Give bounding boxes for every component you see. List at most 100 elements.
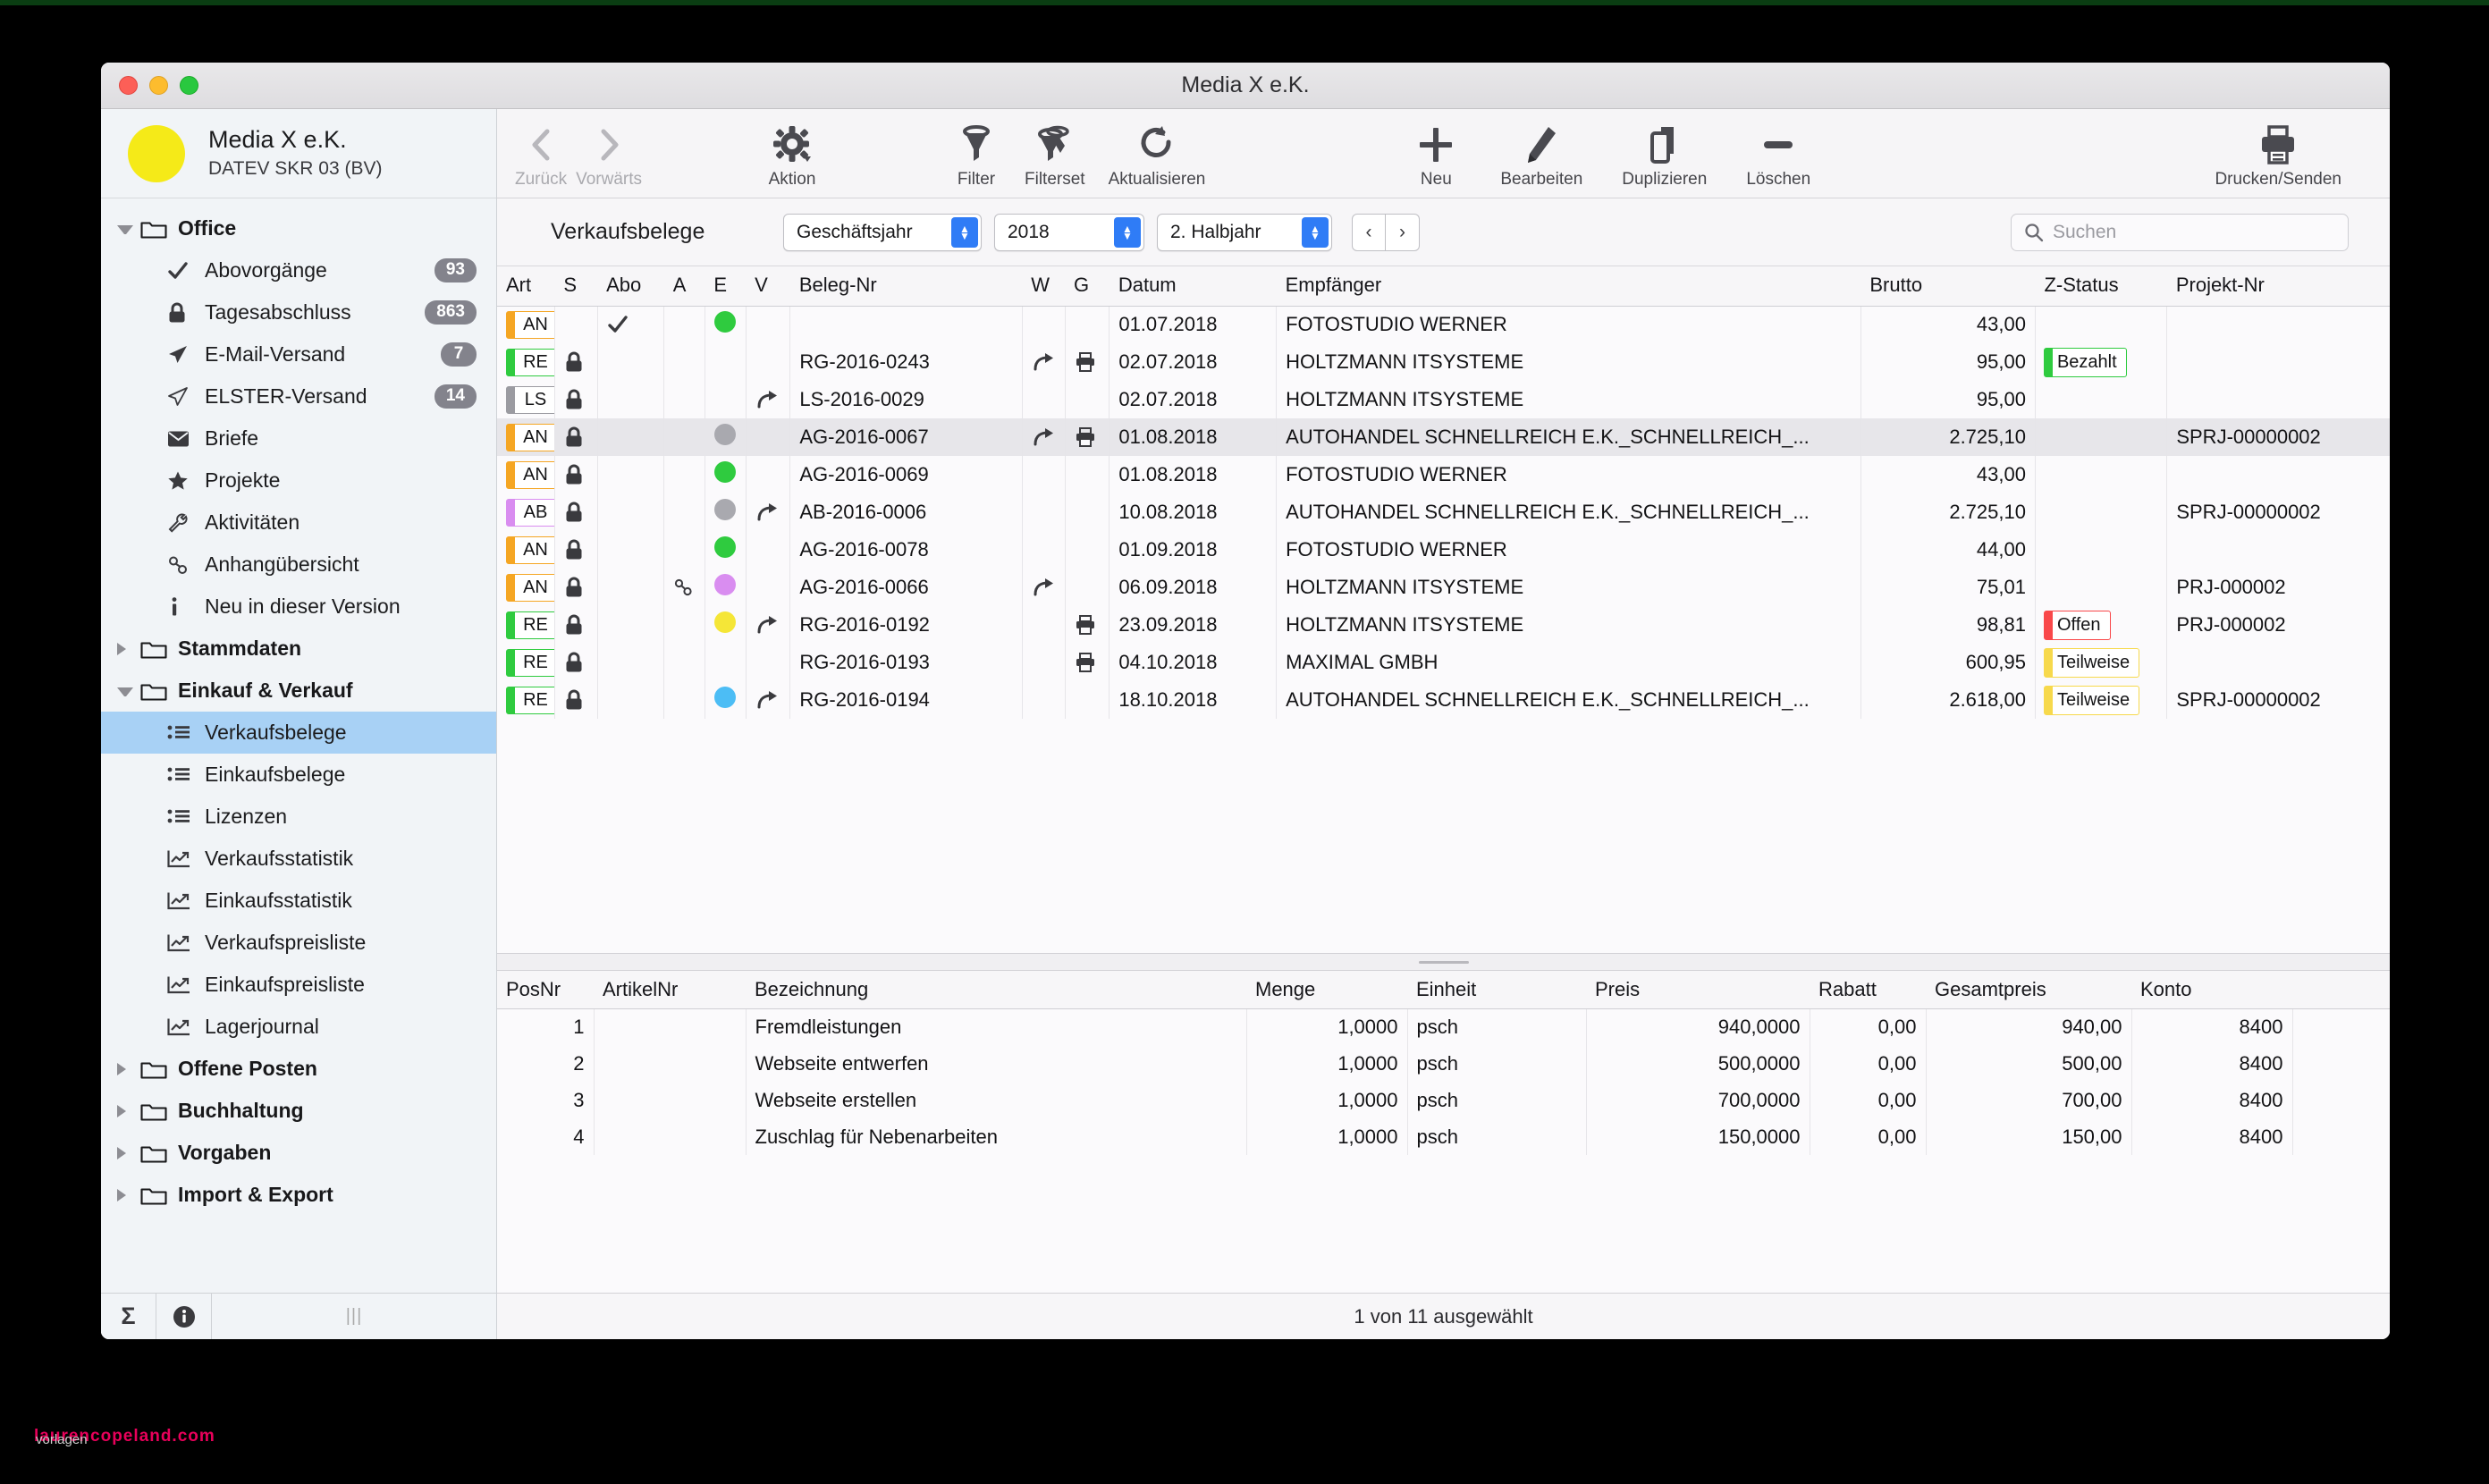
detail-column-header-rabatt[interactable]: Rabatt <box>1810 971 1926 1009</box>
print-send-button[interactable]: Drucken/Senden <box>2215 122 2341 198</box>
column-header-projekt-nr[interactable]: Projekt-Nr <box>2166 266 2390 307</box>
half-year-select[interactable]: 2. Halbjahr ▲ ▼ <box>1157 213 1332 251</box>
sidebar-item-lizenzen[interactable]: Lizenzen <box>101 796 496 838</box>
detail-row[interactable]: 1 Fremdleistungen 1,0000 psch 940,0000 0,00 94… <box>497 1008 2390 1045</box>
column-header-w[interactable]: W <box>1022 266 1066 307</box>
search-box[interactable]: Suchen <box>2011 213 2349 251</box>
column-header-e[interactable]: E <box>705 266 747 307</box>
sidebar-group-stammdaten[interactable]: Stammdaten <box>101 628 496 670</box>
action-button[interactable]: Aktion <box>767 122 817 198</box>
sidebar-group-office[interactable]: Office <box>101 207 496 249</box>
search-input[interactable]: Suchen <box>2053 222 2116 243</box>
next-period-button[interactable]: › <box>1386 213 1420 251</box>
sidebar-item-verkaufspreisliste[interactable]: Verkaufspreisliste <box>101 922 496 964</box>
chevron-right-icon[interactable] <box>117 1062 133 1075</box>
detail-column-header-preis[interactable]: Preis <box>1586 971 1810 1009</box>
column-header-a[interactable]: A <box>663 266 705 307</box>
prev-period-button[interactable]: ‹ <box>1352 213 1386 251</box>
table-row[interactable]: LS LS-2016-0029 02.07.2018 HOLTZMANN ITSYST… <box>497 381 2390 418</box>
detail-column-header-konto[interactable]: Konto <box>2131 971 2292 1009</box>
sidebar-item-lagerjournal[interactable]: Lagerjournal <box>101 1006 496 1048</box>
detail-column-header-artikelnr[interactable]: ArtikelNr <box>594 971 746 1009</box>
sidebar-item-tagesabschluss[interactable]: Tagesabschluss 863 <box>101 291 496 333</box>
sidebar-company-header[interactable]: Media X e.K. DATEV SKR 03 (BV) <box>101 109 496 198</box>
cell-brutto: 600,95 <box>1860 644 2036 681</box>
column-header-s[interactable]: S <box>554 266 598 307</box>
sidebar-item-einkaufspreisliste[interactable]: Einkaufspreisliste <box>101 964 496 1006</box>
edit-button[interactable]: Bearbeiten <box>1500 122 1582 198</box>
sidebar-item-verkaufsstatistik[interactable]: Verkaufsstatistik <box>101 838 496 880</box>
sidebar-group-einkauf-verkauf[interactable]: Einkauf & Verkauf <box>101 670 496 712</box>
sidebar-item-aktivitäten[interactable]: Aktivitäten <box>101 502 496 544</box>
detail-column-header-einheit[interactable]: Einheit <box>1407 971 1586 1009</box>
detail-column-header-menge[interactable]: Menge <box>1246 971 1407 1009</box>
column-header-z-status[interactable]: Z-Status <box>2035 266 2167 307</box>
pane-splitter[interactable] <box>497 953 2390 971</box>
column-header-datum[interactable]: Datum <box>1109 266 1277 307</box>
period-type-select[interactable]: Geschäftsjahr ▲ ▼ <box>783 213 982 251</box>
stepper-arrows-icon[interactable]: ▲ ▼ <box>1302 216 1329 248</box>
column-header-art[interactable]: Art <box>497 266 555 307</box>
column-header-brutto[interactable]: Brutto <box>1860 266 2036 307</box>
detail-column-header-bezeichnung[interactable]: Bezeichnung <box>746 971 1246 1009</box>
table-row[interactable]: RE RG-2016-0243 02.07.2018 HOLTZMANN ITSYST… <box>497 343 2390 381</box>
sidebar-item-abovorgänge[interactable]: Abovorgänge 93 <box>101 249 496 291</box>
column-header-empf-nger[interactable]: Empfänger <box>1276 266 1861 307</box>
sidebar-item-neu-in-dieser-version[interactable]: Neu in dieser Version <box>101 586 496 628</box>
sidebar-item-elster-versand[interactable]: ELSTER-Versand 14 <box>101 375 496 417</box>
sidebar-item-projekte[interactable]: Projekte <box>101 460 496 502</box>
chevron-right-icon[interactable] <box>117 642 133 655</box>
sidebar-item-einkaufsbelege[interactable]: Einkaufsbelege <box>101 754 496 796</box>
new-button[interactable]: Neu <box>1411 122 1461 198</box>
detail-row[interactable]: 3 Webseite erstellen 1,0000 psch 700,0000 0,0… <box>497 1082 2390 1118</box>
table-row[interactable]: AN AG-2016-0067 01.08.2018 AUTOHANDEL SCHNE… <box>497 418 2390 456</box>
printer-small-icon <box>1075 615 1101 635</box>
column-header-beleg-nr[interactable]: Beleg-Nr <box>789 266 1023 307</box>
chevron-down-icon[interactable] <box>117 687 133 696</box>
sidebar-item-briefe[interactable]: Briefe <box>101 417 496 460</box>
filter-button[interactable]: Filter <box>951 122 1001 198</box>
column-header-abo[interactable]: Abo <box>597 266 664 307</box>
refresh-button[interactable]: Aktualisieren <box>1109 122 1205 198</box>
sidebar-item-e-mail-versand[interactable]: E-Mail-Versand 7 <box>101 333 496 375</box>
detail-row[interactable]: 4 Zuschlag für Nebenarbeiten 1,0000 psch 150… <box>497 1118 2390 1155</box>
table-row[interactable]: AN AG-2016-0066 06.09.2018 HOLTZMANN ITSYST… <box>497 569 2390 606</box>
info-circle-icon[interactable] <box>156 1293 212 1339</box>
table-row[interactable]: RE RG-2016-0192 23.09.2018 HOLTZMANN ITSYST… <box>497 606 2390 644</box>
table-row[interactable]: AN AG-2016-0069 01.08.2018 FOTOSTUDIO WERNE… <box>497 456 2390 493</box>
chevron-right-icon[interactable] <box>117 1104 133 1117</box>
chevron-down-icon[interactable] <box>117 225 133 234</box>
column-header-g[interactable]: G <box>1065 266 1110 307</box>
table-row[interactable]: RE RG-2016-0193 04.10.2018 MAXIMAL GMBH 600,… <box>497 644 2390 681</box>
sidebar-group-offene-posten[interactable]: Offene Posten <box>101 1048 496 1090</box>
chevron-right-icon[interactable] <box>117 1188 133 1202</box>
stepper-arrows-icon[interactable]: ▲ ▼ <box>951 216 978 248</box>
forward-button[interactable]: Vorwärts <box>576 122 642 198</box>
sidebar-item-einkaufsstatistik[interactable]: Einkaufsstatistik <box>101 880 496 922</box>
sidebar-item-anhangübersicht[interactable]: Anhangübersicht <box>101 544 496 586</box>
chevron-right-icon[interactable] <box>117 1146 133 1159</box>
sidebar-group-vorgaben[interactable]: Vorgaben <box>101 1132 496 1174</box>
detail-column-header-gesamtpreis[interactable]: Gesamtpreis <box>1926 971 2131 1009</box>
sidebar-resize-grip[interactable]: ||| <box>212 1306 496 1327</box>
year-select[interactable]: 2018 ▲ ▼ <box>994 213 1144 251</box>
cell-artikelnr <box>594 1118 747 1155</box>
cell-forwarded <box>746 681 791 719</box>
stepper-arrows-icon[interactable]: ▲ ▼ <box>1114 216 1141 248</box>
column-header-v[interactable]: V <box>746 266 790 307</box>
sidebar-item-verkaufsbelege[interactable]: Verkaufsbelege <box>101 712 496 754</box>
sidebar-group-import-export[interactable]: Import & Export <box>101 1174 496 1216</box>
cell-menge: 1,0000 <box>1246 1118 1408 1155</box>
detail-row[interactable]: 2 Webseite entwerfen 1,0000 psch 500,0000 0,0… <box>497 1045 2390 1082</box>
delete-button[interactable]: Löschen <box>1746 122 1810 198</box>
duplicate-button[interactable]: Duplizieren <box>1622 122 1707 198</box>
table-row[interactable]: AB AB-2016-0006 10.08.2018 AUTOHANDEL SCHNE… <box>497 493 2390 531</box>
table-row[interactable]: AN 01.07.2018 FOTOSTUDIO WERNER 43,00 <box>497 306 2390 343</box>
back-button[interactable]: Zurück <box>515 122 567 198</box>
sidebar-group-buchhaltung[interactable]: Buchhaltung <box>101 1090 496 1132</box>
detail-column-header-posnr[interactable]: PosNr <box>497 971 594 1009</box>
table-row[interactable]: AN AG-2016-0078 01.09.2018 FOTOSTUDIO WERNE… <box>497 531 2390 569</box>
sigma-icon[interactable]: Σ <box>101 1293 156 1339</box>
table-row[interactable]: RE RG-2016-0194 18.10.2018 AUTOHANDEL SCHNE… <box>497 681 2390 719</box>
filterset-button[interactable]: Filterset <box>1025 122 1085 198</box>
